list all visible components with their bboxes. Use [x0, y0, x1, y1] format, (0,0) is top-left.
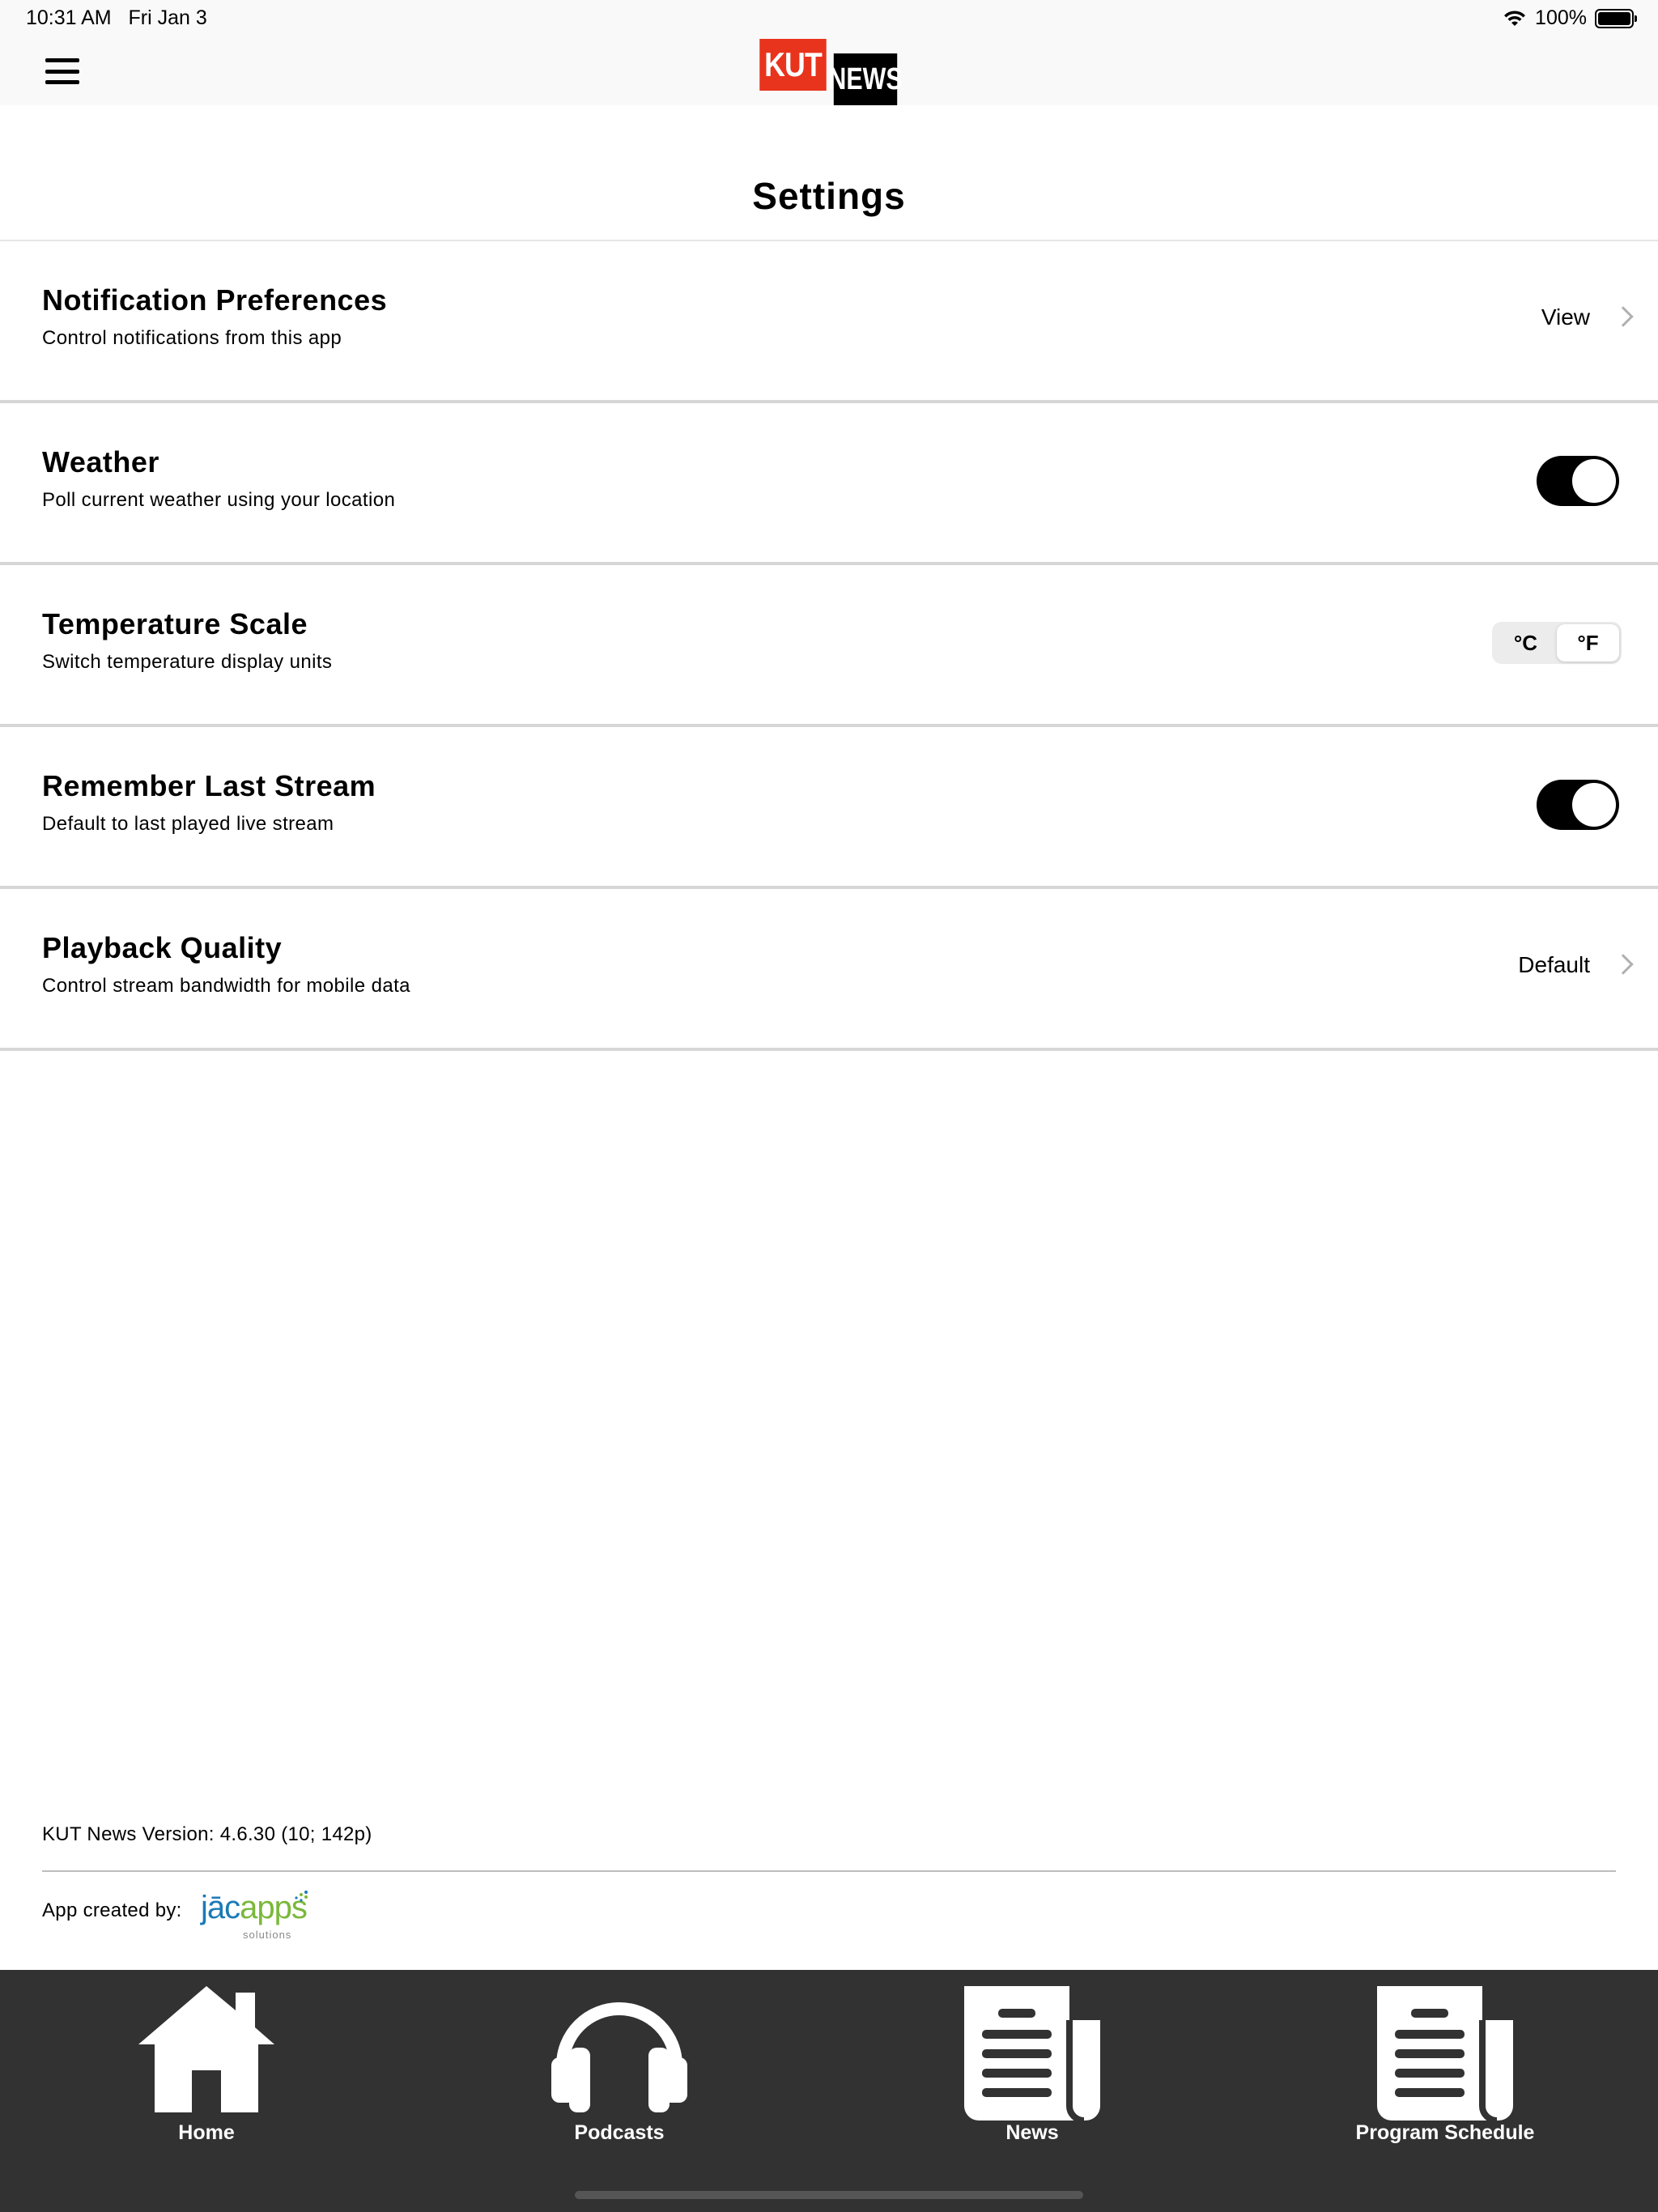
tab-label: Podcasts [574, 2121, 665, 2144]
tab-label: Program Schedule [1355, 2121, 1535, 2144]
status-bar: 10:31 AM Fri Jan 3 100% [0, 0, 1658, 37]
menu-line [45, 80, 79, 84]
jacapps-logo[interactable]: jācapps solutions [201, 1890, 314, 1943]
tab-label: News [1005, 2121, 1059, 2144]
toggle-knob [1572, 459, 1616, 503]
home-indicator[interactable] [575, 2191, 1083, 2199]
setting-subtitle: Control notifications from this app [42, 327, 342, 349]
jacapps-tagline: solutions [243, 1929, 292, 1941]
tab-news[interactable]: News [826, 1970, 1239, 2164]
battery-icon [1595, 8, 1637, 28]
setting-title: Temperature Scale [42, 607, 308, 640]
tab-home[interactable]: Home [0, 1970, 413, 2164]
tab-bar: Home Podcasts News Program Schedule [0, 1970, 1658, 2212]
setting-value: View [1541, 304, 1590, 330]
setting-notification-preferences[interactable]: Notification Preferences Control notific… [0, 241, 1658, 403]
menu-line [45, 69, 79, 74]
tab-label: Home [178, 2121, 235, 2144]
setting-title: Weather [42, 445, 159, 479]
setting-playback-quality[interactable]: Playback Quality Control stream bandwidt… [0, 889, 1658, 1051]
tab-podcasts[interactable]: Podcasts [413, 1970, 826, 2164]
logo-part: jāc [201, 1890, 240, 1925]
setting-title: Playback Quality [42, 931, 283, 964]
status-indicators: 100% [1503, 6, 1637, 30]
setting-temperature-scale: Temperature Scale Switch temperature dis… [0, 565, 1658, 727]
chevron-right-icon [1613, 954, 1634, 975]
setting-title: Notification Preferences [42, 283, 388, 317]
setting-title: Remember Last Stream [42, 769, 376, 802]
kut-news-logo: KUT NEWS [754, 39, 905, 105]
home-icon [138, 1986, 274, 2112]
remember-last-stream-toggle[interactable] [1537, 780, 1619, 830]
temperature-scale-control: °C °F [1492, 622, 1622, 664]
setting-value: Default [1518, 952, 1590, 977]
status-time: 10:31 AM Fri Jan 3 [26, 6, 207, 30]
toggle-knob [1572, 783, 1616, 827]
menu-line [45, 58, 79, 62]
setting-subtitle: Poll current weather using your location [42, 489, 396, 511]
celsius-option[interactable]: °C [1494, 624, 1557, 661]
setting-subtitle: Control stream bandwidth for mobile data [42, 975, 410, 997]
app-version: KUT News Version: 4.6.30 (10; 142p) [42, 1823, 372, 1845]
created-by-label: App created by: [42, 1899, 182, 1921]
setting-remember-last-stream: Remember Last Stream Default to last pla… [0, 727, 1658, 889]
setting-weather: Weather Poll current weather using your … [0, 403, 1658, 565]
headphones-icon [551, 2002, 687, 2112]
nav-bar: KUT NEWS [0, 37, 1658, 105]
weather-toggle[interactable] [1537, 456, 1619, 506]
battery-percent: 100% [1535, 6, 1587, 29]
hamburger-menu-icon[interactable] [45, 55, 79, 87]
page-title: Settings [752, 175, 906, 217]
newspaper-icon [964, 1986, 1100, 2122]
status-clock: 10:31 AM [26, 6, 112, 29]
logo-dots-icon [295, 1891, 308, 1902]
tab-program-schedule[interactable]: Program Schedule [1239, 1970, 1652, 2164]
setting-subtitle: Switch temperature display units [42, 651, 333, 673]
settings-list: Notification Preferences Control notific… [0, 241, 1658, 1051]
divider [42, 1870, 1616, 1872]
setting-subtitle: Default to last played live stream [42, 813, 334, 835]
logo-news: NEWS [828, 53, 903, 105]
battery-fill [1598, 11, 1630, 25]
wifi-icon [1504, 10, 1526, 26]
newspaper-icon [1377, 1986, 1513, 2122]
status-date: Fri Jan 3 [128, 6, 207, 29]
chevron-right-icon [1613, 306, 1634, 327]
fahrenheit-option[interactable]: °F [1557, 624, 1619, 661]
logo-kut: KUT [759, 39, 827, 91]
